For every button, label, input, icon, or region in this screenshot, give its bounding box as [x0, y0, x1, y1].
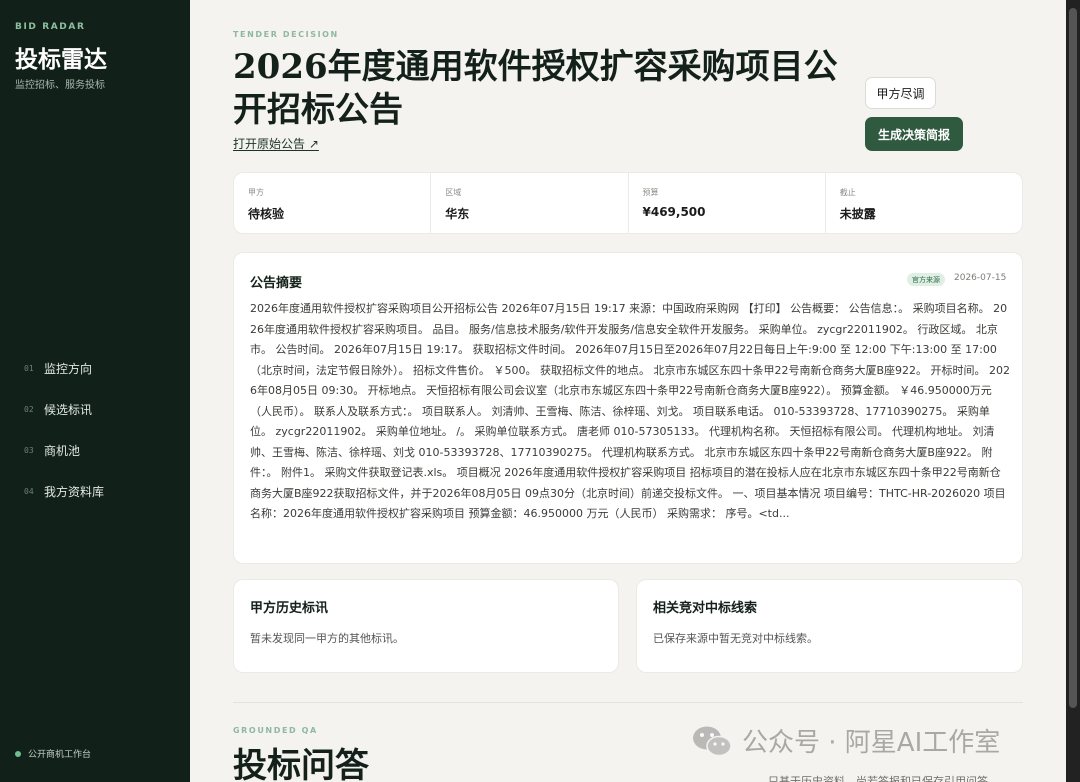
brand-title[interactable]: 投标雷达: [15, 40, 107, 74]
sidebar-nav: 01 监控方向 02 候选标讯 03 商机池 04 我方资料库: [0, 348, 190, 512]
stat-deadline: 截止 未披露: [826, 173, 1022, 233]
history-body: 暂未发现同一甲方的其他标讯。: [250, 632, 404, 645]
footer-label: 公开商机工作台: [28, 750, 92, 760]
history-title: 甲方历史标讯: [250, 601, 329, 616]
page-eyebrow: TENDER DECISION: [233, 30, 339, 39]
brand-eyebrow: BID RADAR: [15, 22, 86, 32]
page-title: 2026年度通用软件授权扩容采购项目公开招标公告: [233, 47, 838, 130]
nav-label: 监控方向: [44, 362, 93, 376]
nav-label: 候选标讯: [44, 403, 93, 417]
summary-title: 公告摘要: [250, 276, 303, 291]
stat-buyer: 甲方 待核验: [234, 173, 432, 233]
status-dot-icon: [15, 750, 21, 757]
nav-number: 04: [24, 487, 34, 496]
sidebar-item-library[interactable]: 04 我方资料库: [0, 471, 190, 512]
competitors-body: 已保存来源中暂无竞对中标线索。: [653, 632, 818, 645]
sidebar-item-candidates[interactable]: 02 候选标讯: [0, 389, 190, 430]
stat-label: 截止: [839, 188, 856, 197]
generate-brief-button[interactable]: 生成决策简报: [865, 117, 963, 151]
brand-subtitle: 监控招标、服务投标: [15, 80, 105, 91]
sidebar-item-opportunities[interactable]: 03 商机池: [0, 430, 190, 471]
qa-eyebrow: GROUNDED QA: [233, 726, 318, 735]
stat-value: ¥469,500: [642, 205, 706, 219]
stat-region: 区域 华东: [431, 173, 629, 233]
watermark: 公众号 · 阿星AI工作室: [692, 722, 1000, 759]
sidebar: BID RADAR 投标雷达 监控招标、服务投标 01 监控方向 02 候选标讯…: [0, 0, 190, 782]
summary-date: 2026-07-15: [954, 273, 1007, 283]
open-original-link[interactable]: 打开原始公告 ↗: [233, 135, 319, 152]
stats-bar: 甲方 待核验 区域 华东 预算 ¥469,500 截止 未披露: [233, 172, 1023, 234]
scrollbar-thumb[interactable]: [1069, 8, 1077, 708]
qa-title: 投标问答: [233, 746, 369, 782]
sidebar-footer: 公开商机工作台: [15, 747, 91, 760]
stat-label: 甲方: [248, 188, 264, 197]
stat-budget: 预算 ¥469,500: [629, 173, 826, 233]
stat-label: 预算: [642, 188, 659, 197]
nav-label: 商机池: [44, 444, 81, 458]
watermark-text: 公众号 · 阿星AI工作室: [742, 728, 1001, 758]
nav-number: 01: [24, 364, 34, 373]
competitors-card: 相关竞对中标线索 已保存来源中暂无竞对中标线索。: [636, 579, 1023, 673]
qa-subtitle: 只基于历史资料，尚若答报和已保存引用问答: [768, 775, 988, 782]
nav-label: 我方资料库: [44, 485, 105, 499]
stat-label: 区域: [445, 188, 462, 197]
history-card: 甲方历史标讯 暂未发现同一甲方的其他标讯。: [233, 579, 619, 673]
nav-number: 03: [24, 446, 34, 455]
source-badge: 官方来源: [907, 273, 945, 286]
stat-value: 待核验: [248, 207, 285, 221]
sidebar-item-monitor[interactable]: 01 监控方向: [0, 348, 190, 389]
summary-text: 2026年度通用软件授权扩容采购项目公开招标公告 2026年07月15日 19:…: [250, 302, 1011, 520]
stat-value: 华东: [445, 207, 470, 221]
nav-number: 02: [24, 405, 34, 414]
stat-value: 未披露: [839, 207, 876, 221]
wechat-icon: [693, 726, 732, 756]
due-diligence-button[interactable]: 甲方尽调: [865, 77, 936, 109]
summary-card: 公告摘要 官方来源 2026-07-15 2026年度通用软件授权扩容采购项目公…: [233, 252, 1023, 564]
competitors-title: 相关竞对中标线索: [653, 601, 758, 616]
section-divider: [233, 702, 1023, 703]
